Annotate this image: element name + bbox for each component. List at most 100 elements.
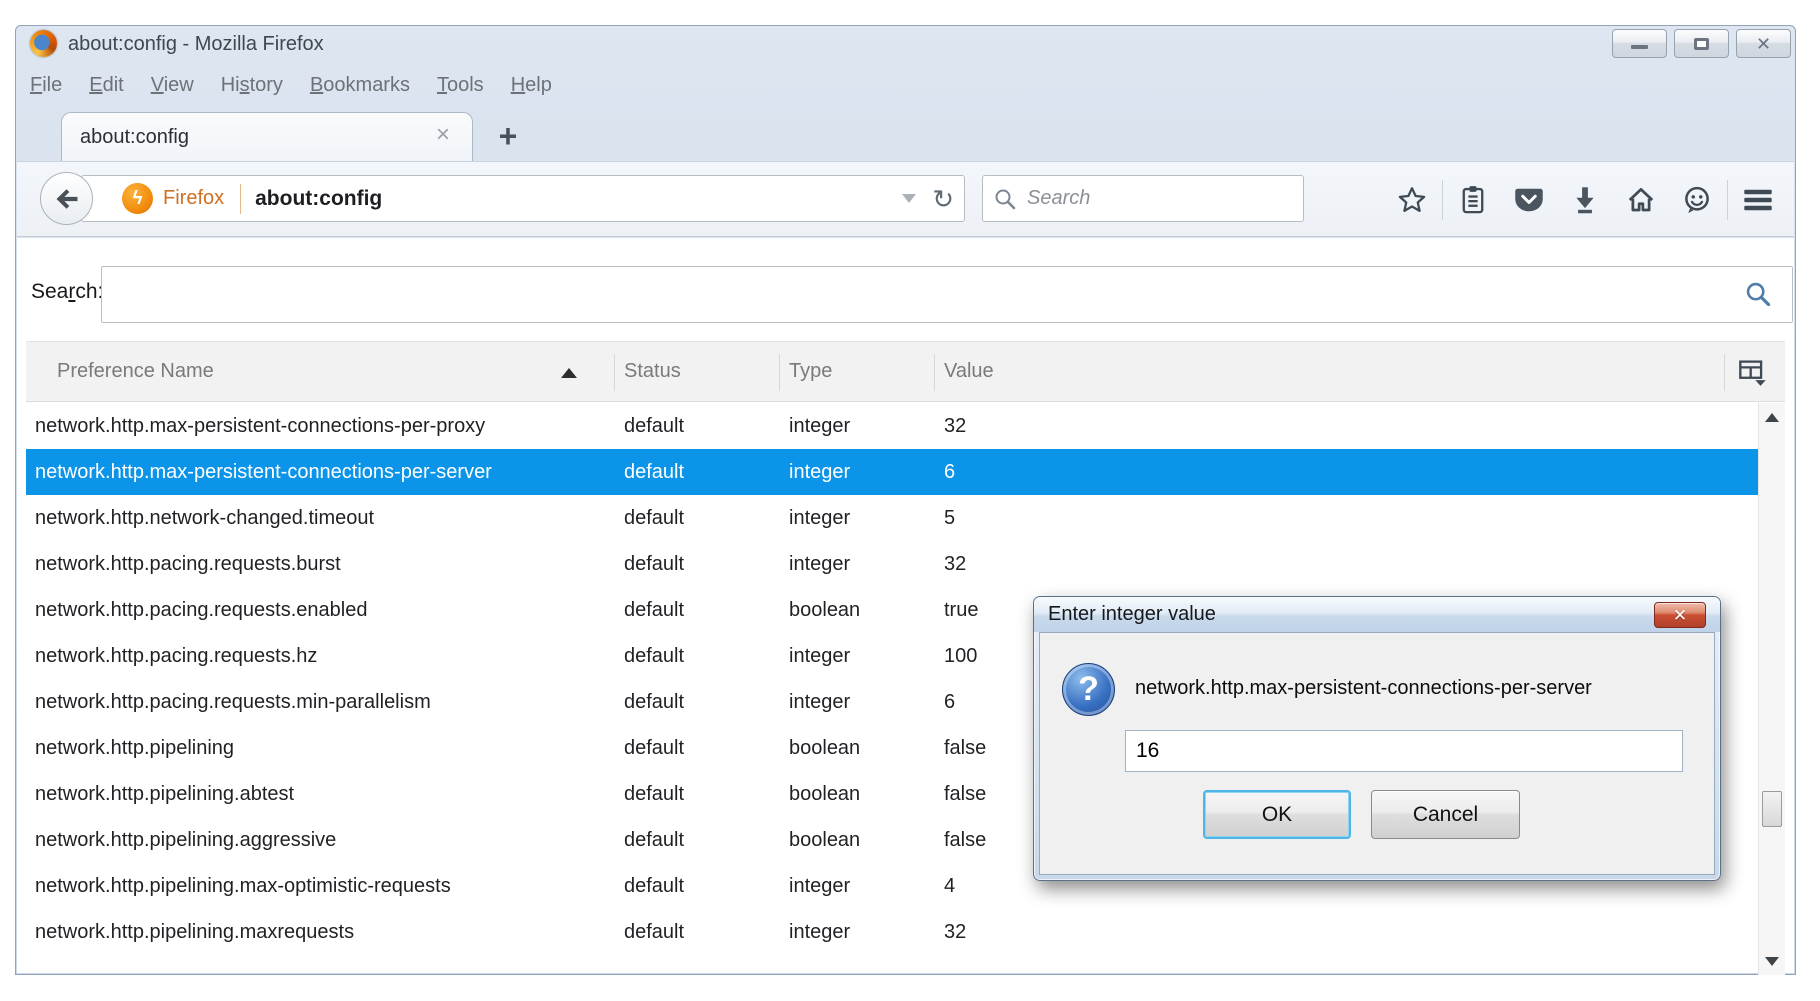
page-search-icon bbox=[1744, 280, 1772, 308]
scroll-down-button[interactable] bbox=[1759, 949, 1785, 973]
hello-button[interactable] bbox=[1669, 172, 1725, 228]
header-type[interactable]: Type bbox=[789, 342, 832, 401]
downloads-button[interactable] bbox=[1557, 172, 1613, 228]
arrow-up-icon bbox=[1765, 413, 1779, 422]
cell-type: boolean bbox=[789, 737, 944, 760]
menu-tools[interactable]: Tools bbox=[437, 74, 484, 97]
site-identity-icon[interactable]: ϟ bbox=[122, 183, 153, 214]
menu-bookmarks[interactable]: Bookmarks bbox=[310, 74, 410, 97]
toolbar-search-box[interactable] bbox=[982, 175, 1304, 222]
menu-edit[interactable]: Edit bbox=[89, 74, 123, 97]
cell-type: integer bbox=[789, 691, 944, 714]
cell-status: default bbox=[624, 829, 789, 852]
url-bar[interactable]: ϟ Firefox about:config ↻ bbox=[81, 175, 965, 222]
question-icon: ? bbox=[1062, 663, 1115, 716]
menu-file[interactable]: File bbox=[30, 74, 62, 97]
table-row[interactable]: network.http.pacing.requests.burstdefaul… bbox=[26, 541, 1761, 587]
menu-view[interactable]: View bbox=[151, 74, 194, 97]
cell-name: network.http.pipelining.max-optimistic-r… bbox=[35, 875, 624, 898]
bookmark-star-button[interactable] bbox=[1384, 172, 1440, 228]
header-preference-name[interactable]: Preference Name bbox=[57, 342, 214, 401]
sort-ascending-icon bbox=[561, 368, 577, 378]
column-separator[interactable] bbox=[779, 354, 780, 391]
toolbar-separator bbox=[1727, 180, 1728, 220]
minimize-icon bbox=[1631, 45, 1648, 49]
cell-name: network.http.pacing.requests.min-paralle… bbox=[35, 691, 624, 714]
url-text[interactable]: about:config bbox=[255, 187, 382, 211]
cell-type: integer bbox=[789, 461, 944, 484]
menu-help[interactable]: Help bbox=[511, 74, 552, 97]
dialog-body: ? network.http.max-persistent-connection… bbox=[1039, 632, 1715, 875]
cell-type: integer bbox=[789, 875, 944, 898]
table-row[interactable]: network.http.network-changed.timeoutdefa… bbox=[26, 495, 1761, 541]
pocket-button[interactable] bbox=[1501, 172, 1557, 228]
arrow-down-icon bbox=[1765, 957, 1779, 966]
scroll-up-button[interactable] bbox=[1759, 405, 1785, 429]
reload-icon[interactable]: ↻ bbox=[932, 186, 954, 212]
toolbar-search-input[interactable] bbox=[1027, 187, 1293, 210]
hamburger-menu-icon bbox=[1742, 187, 1774, 213]
ok-button[interactable]: OK bbox=[1203, 790, 1351, 839]
cell-value: 32 bbox=[944, 415, 1761, 438]
cancel-button[interactable]: Cancel bbox=[1371, 790, 1520, 839]
cell-status: default bbox=[624, 783, 789, 806]
home-button[interactable] bbox=[1613, 172, 1669, 228]
header-value[interactable]: Value bbox=[944, 342, 994, 401]
column-picker-button[interactable] bbox=[1738, 358, 1768, 386]
table-header: Preference Name Status Type Value bbox=[26, 341, 1785, 402]
cell-status: default bbox=[624, 507, 789, 530]
cell-type: boolean bbox=[789, 783, 944, 806]
cell-type: boolean bbox=[789, 599, 944, 622]
title-bar[interactable]: about:config - Mozilla Firefox ✕ bbox=[16, 26, 1795, 63]
tab-close-icon[interactable]: × bbox=[436, 123, 450, 147]
table-row[interactable]: network.http.max-persistent-connections-… bbox=[26, 449, 1761, 495]
new-tab-button[interactable]: + bbox=[488, 120, 528, 154]
column-separator[interactable] bbox=[614, 354, 615, 391]
url-separator bbox=[240, 184, 241, 214]
cell-name: network.http.pipelining.abtest bbox=[35, 783, 624, 806]
minimize-button[interactable] bbox=[1612, 29, 1667, 58]
column-separator[interactable] bbox=[934, 354, 935, 391]
menu-history[interactable]: History bbox=[221, 74, 283, 97]
table-row[interactable]: network.http.pipelining.maxrequestsdefau… bbox=[26, 909, 1761, 955]
cell-status: default bbox=[624, 461, 789, 484]
scrollbar-thumb[interactable] bbox=[1762, 791, 1782, 827]
table-row[interactable]: network.http.max-persistent-connections-… bbox=[26, 403, 1761, 449]
dialog-title-bar[interactable]: Enter integer value ✕ bbox=[1034, 597, 1720, 632]
bookmarks-menu-button[interactable] bbox=[1445, 172, 1501, 228]
dialog-message: network.http.max-persistent-connections-… bbox=[1135, 677, 1592, 700]
cell-type: integer bbox=[789, 921, 944, 944]
menu-panel-button[interactable] bbox=[1730, 172, 1786, 228]
star-icon bbox=[1397, 185, 1427, 215]
cell-type: boolean bbox=[789, 829, 944, 852]
cell-name: network.http.max-persistent-connections-… bbox=[35, 415, 624, 438]
integer-value-input[interactable] bbox=[1125, 730, 1683, 772]
cell-name: network.http.pacing.requests.enabled bbox=[35, 599, 624, 622]
cell-name: network.http.max-persistent-connections-… bbox=[35, 461, 624, 484]
dialog-close-button[interactable]: ✕ bbox=[1654, 602, 1706, 628]
cell-status: default bbox=[624, 691, 789, 714]
cell-type: integer bbox=[789, 645, 944, 668]
close-button[interactable]: ✕ bbox=[1736, 29, 1791, 58]
page-search-input[interactable] bbox=[101, 266, 1793, 323]
header-status[interactable]: Status bbox=[624, 342, 681, 401]
enter-integer-dialog: Enter integer value ✕ ? network.http.max… bbox=[1033, 596, 1721, 881]
cell-type: integer bbox=[789, 553, 944, 576]
cell-name: network.http.pipelining bbox=[35, 737, 624, 760]
back-button[interactable] bbox=[40, 172, 93, 225]
pocket-icon bbox=[1514, 186, 1544, 214]
dialog-close-icon: ✕ bbox=[1673, 607, 1687, 624]
column-separator[interactable] bbox=[1724, 354, 1725, 391]
cell-name: network.http.network-changed.timeout bbox=[35, 507, 624, 530]
cell-status: default bbox=[624, 645, 789, 668]
tab-about-config[interactable]: about:config × bbox=[61, 112, 473, 162]
cell-name: network.http.pipelining.maxrequests bbox=[35, 921, 624, 944]
maximize-button[interactable] bbox=[1674, 29, 1729, 58]
home-icon bbox=[1626, 185, 1656, 215]
column-picker-icon bbox=[1738, 358, 1768, 386]
close-icon: ✕ bbox=[1756, 35, 1771, 53]
url-dropdown-icon[interactable] bbox=[902, 194, 916, 203]
tab-label: about:config bbox=[80, 126, 189, 149]
firefox-app-icon bbox=[30, 30, 57, 57]
vertical-scrollbar[interactable] bbox=[1758, 403, 1785, 975]
